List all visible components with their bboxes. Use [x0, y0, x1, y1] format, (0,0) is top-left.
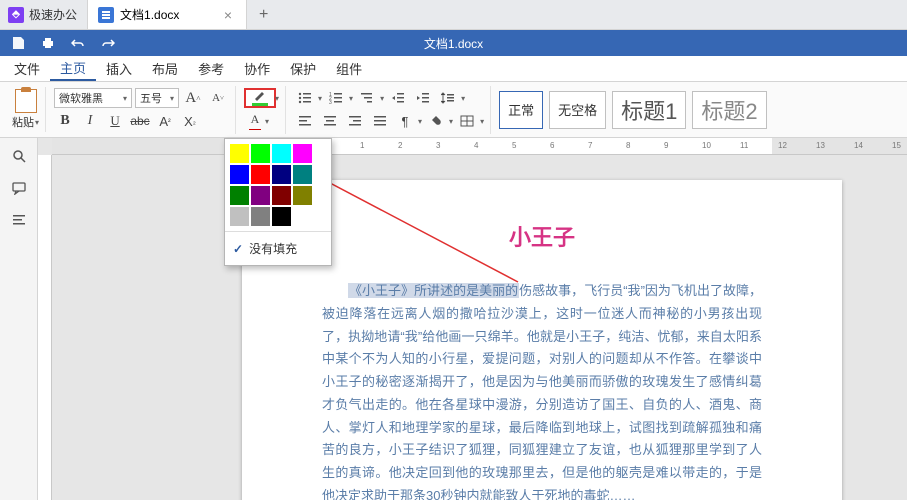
quick-access-bar: 文档1.docx — [0, 30, 907, 56]
undo-icon[interactable] — [70, 35, 86, 51]
menu-reference[interactable]: 参考 — [188, 56, 234, 81]
headings-icon[interactable] — [6, 208, 32, 232]
color-swatch[interactable] — [230, 186, 249, 205]
check-icon: ✓ — [233, 242, 243, 256]
highlight-color-popup: ✓ 没有填充 — [224, 138, 332, 266]
color-swatch[interactable] — [272, 207, 291, 226]
align-left-button[interactable] — [294, 111, 316, 131]
app-name: 极速办公 — [29, 6, 77, 23]
numbering-button[interactable]: 123 — [325, 88, 347, 108]
justify-button[interactable] — [369, 111, 391, 131]
grow-font-button[interactable]: A˄ — [182, 88, 204, 108]
align-center-button[interactable] — [319, 111, 341, 131]
document-area: 123456789101112131415 小王子 《小王子》所讲述的是美丽的伤… — [38, 138, 907, 500]
bullets-button[interactable] — [294, 88, 316, 108]
horizontal-ruler[interactable]: 123456789101112131415 — [52, 138, 907, 155]
paste-icon — [15, 89, 37, 113]
borders-button[interactable] — [456, 111, 478, 131]
color-swatch[interactable] — [230, 144, 249, 163]
color-swatch[interactable] — [251, 144, 270, 163]
styles-group: 正常 无空格 标题1 标题2 — [493, 91, 773, 129]
color-swatch[interactable] — [230, 165, 249, 184]
doc-icon — [98, 7, 114, 23]
paragraph-group: ▾ 123▾ ▾ ▾ ¶▾ ▾ ▾ — [288, 86, 491, 134]
print-icon[interactable] — [40, 35, 56, 51]
font-size-select[interactable]: 五号▾ — [135, 88, 179, 108]
color-swatch[interactable] — [293, 186, 312, 205]
swatch-grid — [225, 139, 331, 231]
workspace: 123456789101112131415 小王子 《小王子》所讲述的是美丽的伤… — [0, 138, 907, 500]
color-swatch[interactable] — [293, 165, 312, 184]
color-swatch[interactable] — [272, 165, 291, 184]
save-icon[interactable] — [10, 35, 26, 51]
tab-title: 文档1.docx — [120, 6, 179, 23]
page: 小王子 《小王子》所讲述的是美丽的伤感故事，飞行员“我”因为飞机出了故障，被迫降… — [242, 180, 842, 500]
menu-layout[interactable]: 布局 — [142, 56, 188, 81]
menu-home[interactable]: 主页 — [50, 56, 96, 81]
menu-insert[interactable]: 插入 — [96, 56, 142, 81]
highlight-dropdown-caret[interactable]: ▾ — [275, 94, 279, 103]
highlight-color-button[interactable] — [244, 88, 276, 108]
menu-component[interactable]: 组件 — [326, 56, 372, 81]
no-fill-option[interactable]: ✓ 没有填充 — [225, 231, 331, 265]
font-color-caret[interactable]: ▾ — [265, 117, 269, 126]
paste-label: 粘贴 — [12, 114, 34, 130]
paste-button[interactable]: 粘贴▾ — [6, 87, 46, 132]
style-heading2[interactable]: 标题2 — [692, 91, 766, 129]
align-right-button[interactable] — [344, 111, 366, 131]
canvas[interactable]: 小王子 《小王子》所讲述的是美丽的伤感故事，飞行员“我”因为飞机出了故障，被迫降… — [52, 155, 907, 500]
strike-button[interactable]: abc — [129, 111, 151, 131]
outdent-button[interactable] — [387, 88, 409, 108]
color-swatch[interactable] — [272, 144, 291, 163]
superscript-button[interactable]: A² — [154, 111, 176, 131]
font-group: 微软雅黑▾ 五号▾ A˄ A˅ B I U abc A² X₂ — [48, 86, 236, 134]
font-color-group: ▾ A ▾ — [238, 86, 286, 134]
ribbon: 粘贴▾ 微软雅黑▾ 五号▾ A˄ A˅ B I U abc A² X₂ ▾ — [0, 82, 907, 138]
redo-icon[interactable] — [100, 35, 116, 51]
menu-collab[interactable]: 协作 — [234, 56, 280, 81]
bold-button[interactable]: B — [54, 111, 76, 131]
comments-icon[interactable] — [6, 176, 32, 200]
close-icon[interactable]: × — [220, 7, 236, 23]
left-rail — [0, 138, 38, 500]
app-logo: ⬘ 极速办公 — [0, 0, 87, 29]
subscript-button[interactable]: X₂ — [179, 111, 201, 131]
color-swatch[interactable] — [251, 207, 270, 226]
underline-button[interactable]: U — [104, 111, 126, 131]
menu-file[interactable]: 文件 — [4, 56, 50, 81]
document-tab[interactable]: 文档1.docx × — [87, 0, 247, 29]
line-spacing-button[interactable] — [437, 88, 459, 108]
indent-button[interactable] — [412, 88, 434, 108]
color-swatch[interactable] — [230, 207, 249, 226]
svg-text:3: 3 — [329, 100, 332, 104]
shrink-font-button[interactable]: A˅ — [207, 88, 229, 108]
color-swatch[interactable] — [272, 186, 291, 205]
menubar: 文件 主页 插入 布局 参考 协作 保护 组件 — [0, 56, 907, 82]
new-tab-button[interactable]: + — [247, 0, 280, 29]
search-icon[interactable] — [6, 144, 32, 168]
font-name-select[interactable]: 微软雅黑▾ — [54, 88, 132, 108]
no-fill-label: 没有填充 — [249, 240, 297, 257]
highlighter-icon — [253, 90, 267, 101]
window-title: 文档1.docx — [424, 35, 483, 52]
vertical-ruler[interactable] — [38, 155, 52, 500]
color-swatch[interactable] — [251, 186, 270, 205]
highlighted-text: 《小王子》所讲述的是美丽的 — [348, 283, 519, 298]
italic-button[interactable]: I — [79, 111, 101, 131]
style-nospace[interactable]: 无空格 — [549, 91, 606, 129]
style-heading1[interactable]: 标题1 — [612, 91, 686, 129]
document-paragraph: 《小王子》所讲述的是美丽的伤感故事，飞行员“我”因为飞机出了故障，被迫降落在远离… — [322, 280, 762, 500]
color-swatch[interactable] — [293, 144, 312, 163]
color-swatch[interactable] — [251, 165, 270, 184]
paragraph-mark-button[interactable]: ¶ — [394, 111, 416, 131]
font-color-button[interactable]: A — [244, 111, 266, 131]
titlebar: ⬘ 极速办公 文档1.docx × + — [0, 0, 907, 30]
app-icon: ⬘ — [8, 7, 24, 23]
menu-protect[interactable]: 保护 — [280, 56, 326, 81]
document-heading: 小王子 — [322, 220, 762, 252]
style-normal[interactable]: 正常 — [499, 91, 543, 129]
multilevel-button[interactable] — [356, 88, 378, 108]
body-text: 伤感故事，飞行员“我”因为飞机出了故障，被迫降落在远离人烟的撒哈拉沙漠上，这时一… — [322, 283, 762, 500]
shading-button[interactable] — [425, 111, 447, 131]
